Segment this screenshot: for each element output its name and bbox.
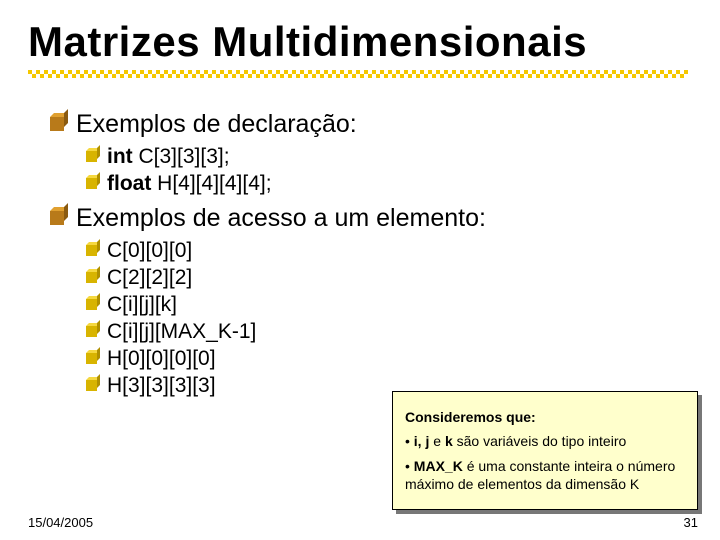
bullet-cube-icon [86,178,97,189]
list-item-text: H[3][3][3][3] [107,374,216,398]
heading-text: Exemplos de declaração: [76,110,357,139]
heading-text: Exemplos de acesso a um elemento: [76,204,486,233]
slide: Matrizes Multidimensionais Exemplos de d… [0,0,720,540]
list-item: float H[4][4][4][4]; [86,172,692,196]
bullet-cube-icon [86,380,97,391]
callout-box: Consideremos que: • i, j e k são variáve… [392,391,698,510]
bullet-cube-icon [86,299,97,310]
bullet-cube-icon [86,272,97,283]
bullet-cube-icon [86,151,97,162]
list-item-text: H[0][0][0][0] [107,347,216,371]
list-item-text: C[0][0][0] [107,239,192,263]
list-item-text: C[i][j][MAX_K-1] [107,320,256,344]
callout-title: Consideremos que: [405,408,685,426]
title-underline [28,70,688,78]
footer-date: 15/04/2005 [28,515,93,530]
list-item-text: C[2][2][2] [107,266,192,290]
list-item: C[i][j][k] [86,293,692,317]
list-item: int C[3][3][3]; [86,145,692,169]
list-item: C[2][2][2] [86,266,692,290]
section-heading-declaration: Exemplos de declaração: [50,110,692,139]
slide-body: Exemplos de declaração: int C[3][3][3]; … [28,78,692,398]
section-heading-access: Exemplos de acesso a um elemento: [50,204,692,233]
list-item-text: float H[4][4][4][4]; [107,172,272,196]
footer-page-number: 31 [684,515,698,530]
list-item: H[0][0][0][0] [86,347,692,371]
bullet-cube-icon [86,245,97,256]
slide-title: Matrizes Multidimensionais [28,18,692,66]
bullet-cube-icon [50,117,64,131]
callout-line: • MAX_K é uma constante inteira o número… [405,457,685,493]
list-item-text: C[i][j][k] [107,293,177,317]
callout-line: • i, j e k são variáveis do tipo inteiro [405,432,685,450]
list-item: C[i][j][MAX_K-1] [86,320,692,344]
bullet-cube-icon [86,353,97,364]
list-item: C[0][0][0] [86,239,692,263]
bullet-cube-icon [50,211,64,225]
bullet-cube-icon [86,326,97,337]
list-item-text: int C[3][3][3]; [107,145,230,169]
